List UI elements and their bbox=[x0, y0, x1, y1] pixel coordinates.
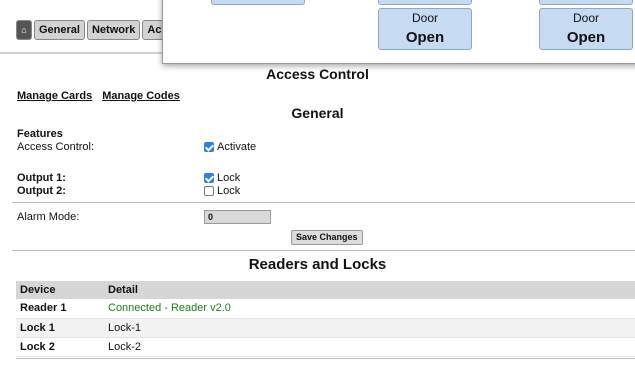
door-control-popup: Door Open Door Open bbox=[162, 0, 635, 64]
access-control-title: Access Control bbox=[266, 66, 369, 82]
access-control-checkbox[interactable] bbox=[204, 142, 214, 152]
manage-links: Manage Cards Manage Codes bbox=[17, 90, 180, 102]
door-1-label: Door bbox=[411, 11, 438, 25]
output-1-label: Output 1: bbox=[17, 172, 66, 184]
divider bbox=[12, 250, 635, 251]
table-row: Reader 1 Connected - Reader v2.0 bbox=[16, 299, 635, 319]
general-title: General bbox=[291, 105, 344, 121]
access-control-control: Activate bbox=[204, 141, 256, 153]
device-cell: Reader 1 bbox=[16, 299, 104, 319]
door-button-partial[interactable] bbox=[378, 0, 472, 5]
output-1-option-label: Lock bbox=[217, 172, 241, 184]
detail-cell: Lock-1 bbox=[104, 318, 635, 338]
manage-codes-link[interactable]: Manage Codes bbox=[102, 90, 180, 102]
tab-network[interactable]: Network bbox=[86, 20, 141, 40]
home-icon[interactable]: ⌂ bbox=[16, 20, 32, 40]
detail-cell: Lock-2 bbox=[104, 337, 635, 357]
device-cell: Lock 1 bbox=[16, 318, 104, 338]
door-2-state: Open bbox=[566, 29, 606, 46]
manage-cards-link[interactable]: Manage Cards bbox=[17, 90, 92, 102]
table-row: Lock 1 Lock-1 bbox=[16, 318, 635, 338]
detail-cell: Connected - Reader v2.0 bbox=[104, 299, 635, 319]
door-2-label: Door bbox=[572, 11, 599, 25]
tab-general[interactable]: General bbox=[34, 20, 85, 40]
output-1-checkbox[interactable] bbox=[204, 173, 214, 183]
door-button-partial[interactable] bbox=[539, 0, 633, 5]
output-2-label: Output 2: bbox=[17, 185, 66, 197]
divider bbox=[12, 202, 635, 203]
door-button-partial[interactable] bbox=[211, 0, 305, 5]
readers-locks-table: Device Detail Reader 1 Connected - Reade… bbox=[16, 281, 635, 357]
door-1-button[interactable]: Door Open bbox=[378, 8, 472, 50]
table-header-row: Device Detail bbox=[16, 281, 635, 299]
column-header-detail: Detail bbox=[104, 281, 635, 299]
readers-locks-title: Readers and Locks bbox=[248, 256, 387, 273]
device-cell: Lock 2 bbox=[16, 337, 104, 357]
access-control-label: Access Control: bbox=[17, 141, 95, 153]
access-control-option-label: Activate bbox=[217, 141, 257, 153]
save-changes-button[interactable]: Save Changes bbox=[291, 230, 363, 245]
output-1-control: Lock bbox=[204, 172, 240, 184]
tab-bar: ⌂ General Network Ac bbox=[16, 20, 167, 40]
output-2-option-label: Lock bbox=[217, 185, 241, 197]
output-2-control: Lock bbox=[204, 185, 240, 197]
divider bbox=[16, 358, 635, 359]
column-header-device: Device bbox=[16, 281, 104, 299]
door-1-state: Open bbox=[405, 29, 445, 46]
features-heading: Features bbox=[17, 128, 63, 140]
alarm-mode-label: Alarm Mode: bbox=[17, 211, 80, 223]
output-2-checkbox[interactable] bbox=[204, 186, 214, 196]
table-row: Lock 2 Lock-2 bbox=[16, 337, 635, 357]
door-2-button[interactable]: Door Open bbox=[539, 8, 633, 50]
alarm-mode-input[interactable]: 0 bbox=[204, 210, 271, 224]
